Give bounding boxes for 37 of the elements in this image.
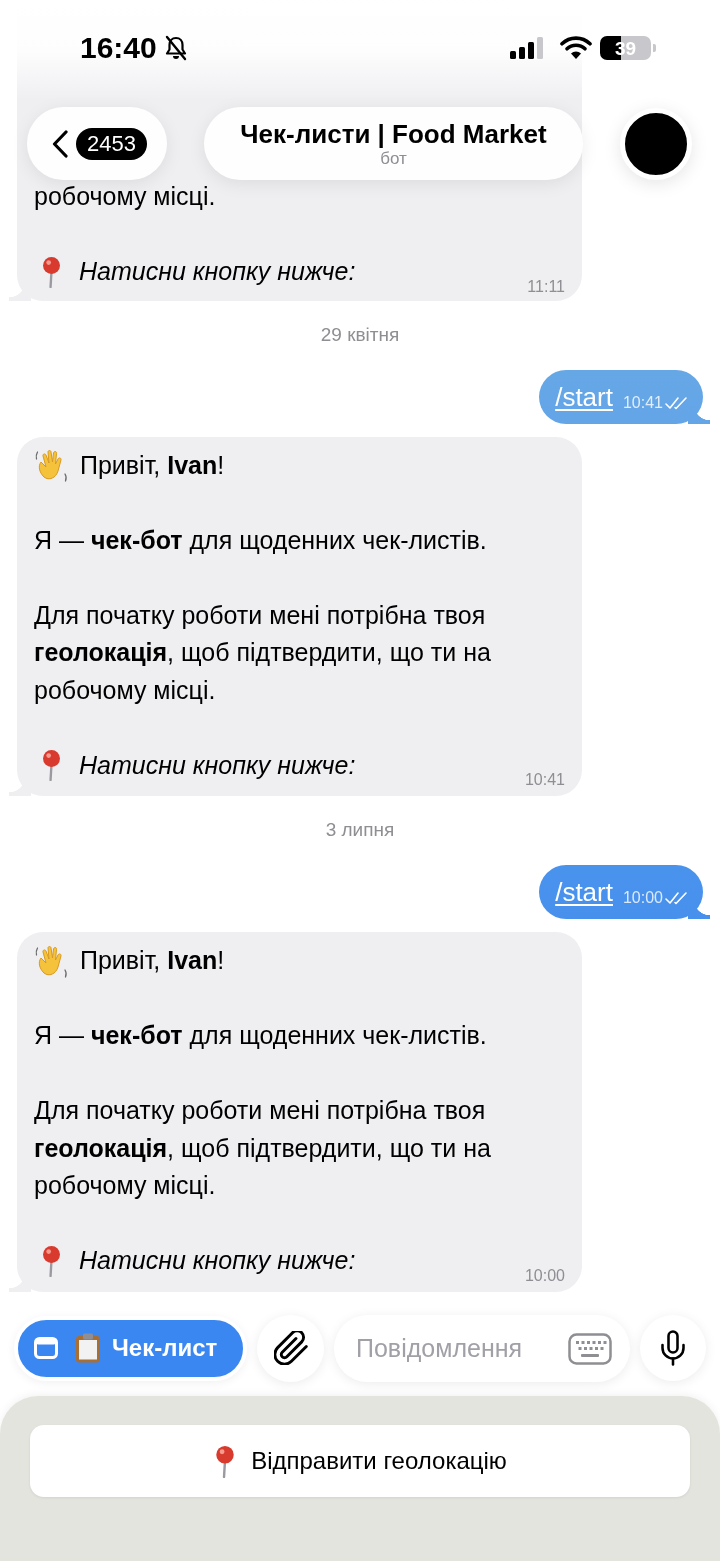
- message-time: 10:00: [622, 888, 663, 908]
- message-text: Натисни кнопку нижче:: [79, 256, 356, 287]
- message-text: Привіт, Ivan!: [80, 449, 225, 481]
- back-chevron-icon: [52, 129, 68, 158]
- chat-title: Чек-листи | Food Market: [240, 118, 547, 149]
- message-text: Я — чек-бот для щоденних чек-листів.: [34, 524, 488, 556]
- message-input-field[interactable]: Повідомлення: [334, 1314, 630, 1382]
- wifi-icon: [560, 36, 592, 60]
- keyboard-icon: [568, 1332, 612, 1365]
- bell-slash-icon: [163, 35, 188, 61]
- message-text: Для початку роботи мені потрібна твоя геолокація, щоб підтвердити, що ти на робочому місці.: [34, 1095, 492, 1201]
- clipboard-icon: [75, 1333, 101, 1363]
- status-time: 16:40: [80, 30, 157, 66]
- date-separator: 29 квітня: [320, 322, 400, 347]
- waving-hand-icon: [34, 447, 70, 484]
- microphone-icon: [660, 1330, 686, 1366]
- message-text: Привіт, Ivan!: [80, 945, 225, 976]
- paperclip-icon: [273, 1331, 308, 1365]
- message-time: 11:11: [527, 276, 565, 297]
- message-time: 10:41: [524, 770, 565, 790]
- chat-header-pill[interactable]: Чек-листи | Food Market бот: [204, 107, 583, 180]
- window-icon: [34, 1337, 58, 1359]
- message-text: робочому місці.: [34, 181, 217, 212]
- pushpin-icon: [40, 749, 63, 782]
- message-text: Натисни кнопку нижче:: [79, 1245, 356, 1276]
- date-separator: 3 липня: [325, 818, 395, 842]
- pushpin-icon: [40, 1244, 63, 1277]
- pushpin-icon: [40, 255, 63, 288]
- message-text: Я — чек-бот для щоденних чек-листів.: [34, 1020, 488, 1051]
- unread-count-badge: 2453: [76, 127, 147, 160]
- message-time: 10:41: [622, 392, 663, 413]
- message-text: Для початку роботи мені потрібна твоя геолокація, щоб підтвердити, що ти на робочому місці.: [34, 599, 492, 706]
- keyboard-button[interactable]: Відправити геолокацію: [30, 1425, 690, 1497]
- chat-subtitle: бот: [380, 148, 407, 169]
- message-text: Натисни кнопку нижче:: [79, 749, 356, 781]
- signal-bars-icon: [510, 37, 546, 59]
- message-time: 10:00: [524, 1265, 565, 1286]
